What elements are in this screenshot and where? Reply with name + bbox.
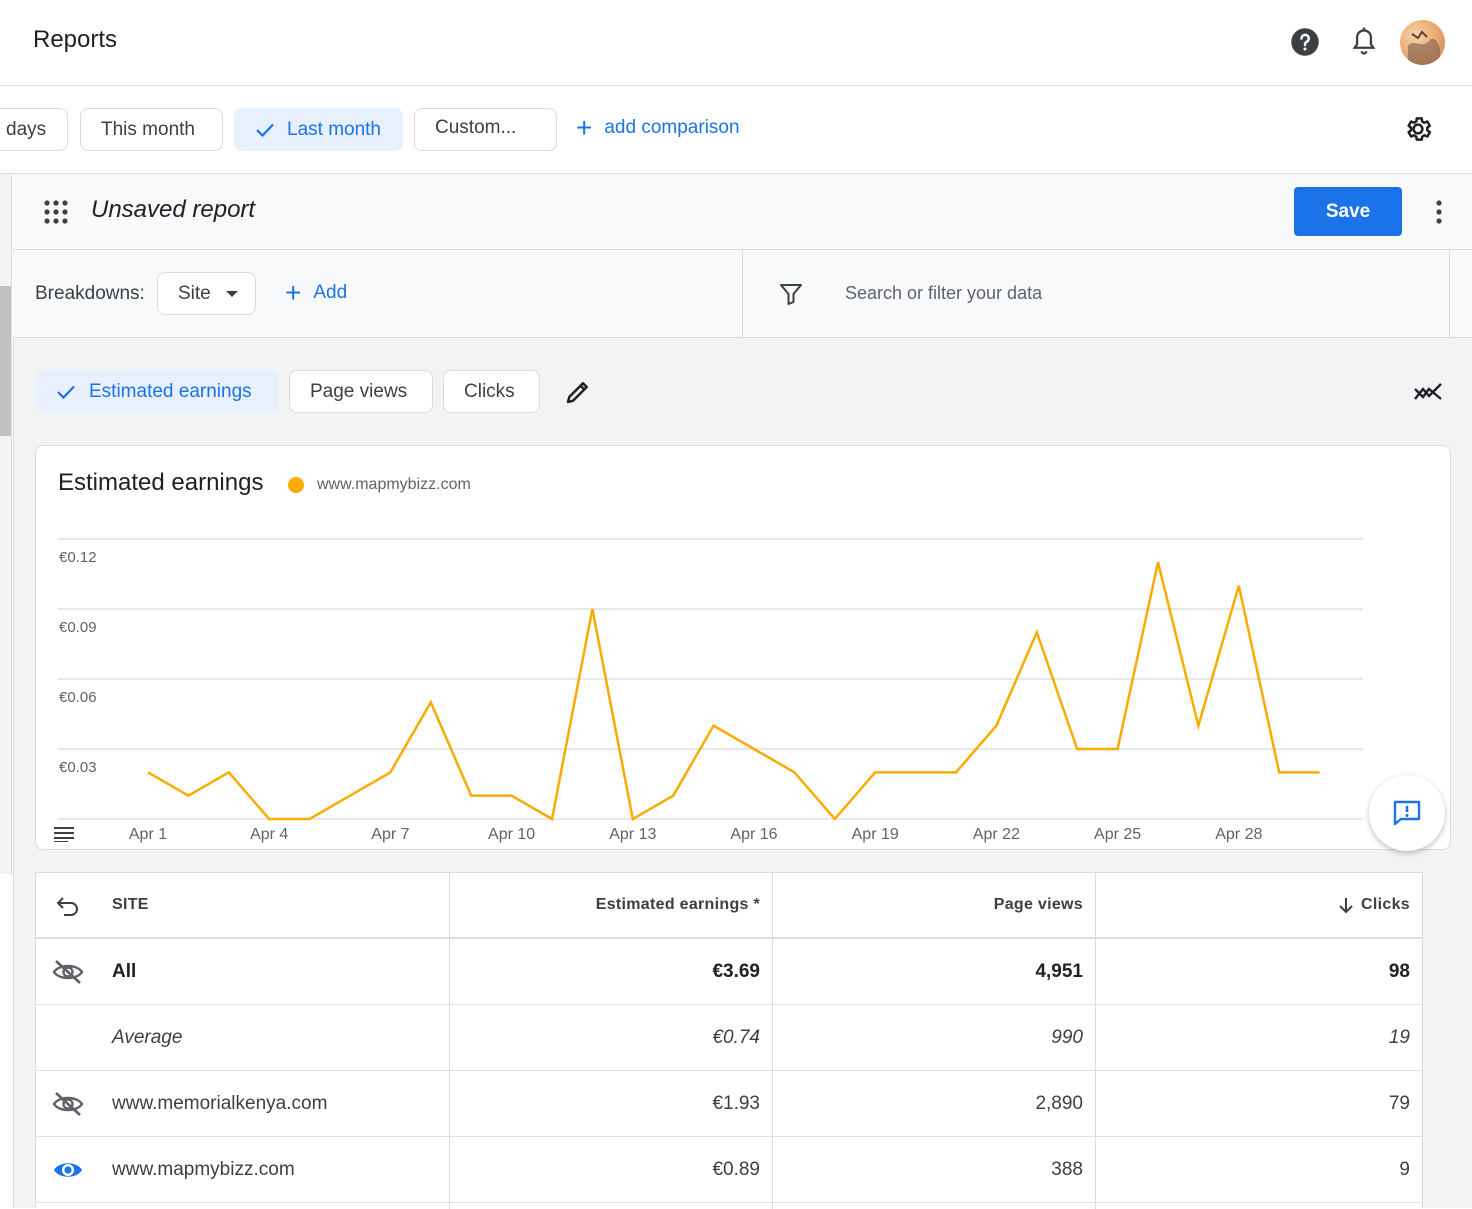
page-views-value: 388 [1051, 1158, 1083, 1180]
site-name: www.memorialkenya.com [112, 1092, 328, 1114]
save-button[interactable]: Save [1294, 187, 1402, 236]
metric-chip-estimated-earnings[interactable]: Estimated earnings [35, 370, 278, 413]
site-name: All [112, 960, 137, 982]
metric-chip-label: Clicks [464, 380, 515, 402]
chart-table-toggle-icon[interactable] [54, 826, 74, 847]
x-tick-label: Apr 19 [852, 826, 899, 843]
filter-funnel-icon[interactable] [779, 282, 803, 311]
table-row-all[interactable]: All €3.69 4,951 98 [36, 939, 1422, 1005]
metric-chip-clicks[interactable]: Clicks [443, 370, 540, 413]
visibility-off-icon[interactable] [51, 1088, 85, 1120]
report-header: Unsaved report Save [13, 174, 1472, 250]
chart-type-icon[interactable] [1412, 377, 1444, 412]
site-name: www.mapmybizz.com [112, 1158, 295, 1180]
feedback-button[interactable] [1369, 775, 1445, 851]
check-icon [56, 384, 76, 400]
page-title: Reports [33, 26, 118, 53]
metric-chip-label: Estimated earnings [89, 380, 252, 402]
column-header-clicks[interactable]: Clicks [1096, 873, 1422, 937]
dropdown-caret-icon [226, 291, 238, 297]
column-header-page-views[interactable]: Page views [773, 873, 1095, 937]
date-chip-this-month[interactable]: This month [80, 108, 223, 151]
date-chip-custom[interactable]: Custom... [414, 108, 557, 151]
account-avatar[interactable] [1400, 20, 1445, 65]
x-tick-label: Apr 10 [488, 826, 535, 843]
top-app-bar: Reports [0, 0, 1472, 86]
x-tick-label: Apr 13 [609, 826, 656, 843]
y-tick-label: €0.12 [59, 549, 97, 566]
clicks-value: 19 [1388, 1026, 1410, 1048]
settings-gear-icon[interactable] [1401, 112, 1435, 146]
x-tick-label: Apr 16 [730, 826, 777, 843]
left-panel-scrollbar[interactable] [0, 174, 12, 874]
x-tick-label: Apr 28 [1215, 826, 1262, 843]
earnings-value: €3.69 [712, 960, 760, 982]
x-tick-label: Apr 4 [250, 826, 288, 843]
clicks-value: 79 [1388, 1092, 1410, 1114]
edit-pencil-icon[interactable] [563, 377, 593, 412]
visibility-icon[interactable] [51, 1154, 85, 1186]
plus-icon: + [285, 277, 302, 308]
page-views-value: 2,890 [1035, 1092, 1083, 1114]
help-icon[interactable] [1288, 25, 1322, 59]
clicks-value: 9 [1399, 1158, 1410, 1180]
table-header-row: SITE Estimated earnings * Page views Cli… [36, 873, 1422, 939]
clicks-value: 98 [1388, 960, 1410, 982]
x-tick-label: Apr 7 [371, 826, 409, 843]
report-table: SITE Estimated earnings * Page views Cli… [35, 872, 1423, 1209]
sort-descending-icon [1339, 898, 1353, 914]
date-range-bar: days This month Last month Custom... + a… [0, 86, 1472, 174]
check-icon [255, 122, 275, 138]
column-header-label: Clicks [1361, 896, 1410, 913]
table-row[interactable]: www.memorialkenya.com €1.93 2,890 79 [36, 1071, 1422, 1137]
breakdowns-label: Breakdowns: [35, 283, 145, 304]
notifications-bell-icon[interactable] [1347, 25, 1381, 59]
y-tick-label: €0.03 [59, 759, 97, 776]
apps-grid-icon[interactable] [43, 199, 69, 230]
search-filter-box [742, 250, 1450, 337]
date-chip-label: This month [101, 118, 195, 140]
column-header-estimated-earnings[interactable]: Estimated earnings * [450, 873, 772, 937]
report-name[interactable]: Unsaved report [91, 196, 255, 224]
earnings-value: €0.74 [712, 1026, 760, 1048]
x-tick-label: Apr 22 [973, 826, 1020, 843]
series-line [147, 562, 1320, 821]
add-comparison-label: add comparison [604, 117, 740, 138]
page-views-value: 990 [1051, 1026, 1083, 1048]
date-chip-label: days [6, 118, 47, 140]
add-comparison-button[interactable]: + add comparison [576, 114, 740, 142]
add-breakdown-label: Add [313, 282, 348, 303]
breakdown-selected-value: Site [178, 282, 211, 304]
y-tick-label: €0.09 [59, 619, 97, 636]
feedback-icon [1393, 800, 1421, 826]
date-chip-last-month[interactable]: Last month [234, 108, 403, 151]
page-views-value: 4,951 [1035, 960, 1083, 982]
date-chip-label: Custom... [435, 116, 517, 138]
chart-card: Estimated earnings www.mapmybizz.com €0.… [35, 445, 1451, 850]
search-input[interactable] [843, 276, 1403, 310]
breakdowns-bar: Breakdowns: Site + Add [13, 250, 1472, 338]
more-options-icon[interactable] [1433, 199, 1445, 230]
x-tick-label: Apr 25 [1094, 826, 1141, 843]
breakdown-site-dropdown[interactable]: Site [157, 272, 256, 315]
earnings-value: €1.93 [712, 1092, 760, 1114]
visibility-off-icon[interactable] [51, 956, 85, 988]
table-row[interactable]: www.mapmybizz.com €0.89 388 9 [36, 1137, 1422, 1203]
metric-chip-page-views[interactable]: Page views [289, 370, 433, 413]
column-header-site[interactable]: SITE [112, 873, 442, 937]
earnings-value: €0.89 [712, 1158, 760, 1180]
scrollbar-thumb[interactable] [0, 286, 11, 436]
date-chip-label: Last month [287, 118, 381, 140]
undo-icon[interactable] [51, 890, 85, 922]
site-name: Average [112, 1026, 183, 1048]
metric-chip-label: Page views [310, 380, 408, 402]
x-tick-label: Apr 1 [129, 826, 167, 843]
y-tick-label: €0.06 [59, 689, 97, 706]
add-breakdown-button[interactable]: + Add [285, 279, 347, 307]
line-chart: €0.03 €0.06 €0.09 €0.12 Apr 1 Apr 4 Apr 7 Apr 1… [58, 538, 1363, 843]
plus-icon: + [576, 112, 593, 143]
table-row-average: Average €0.74 990 19 [36, 1005, 1422, 1071]
date-chip-days[interactable]: days [0, 108, 68, 151]
